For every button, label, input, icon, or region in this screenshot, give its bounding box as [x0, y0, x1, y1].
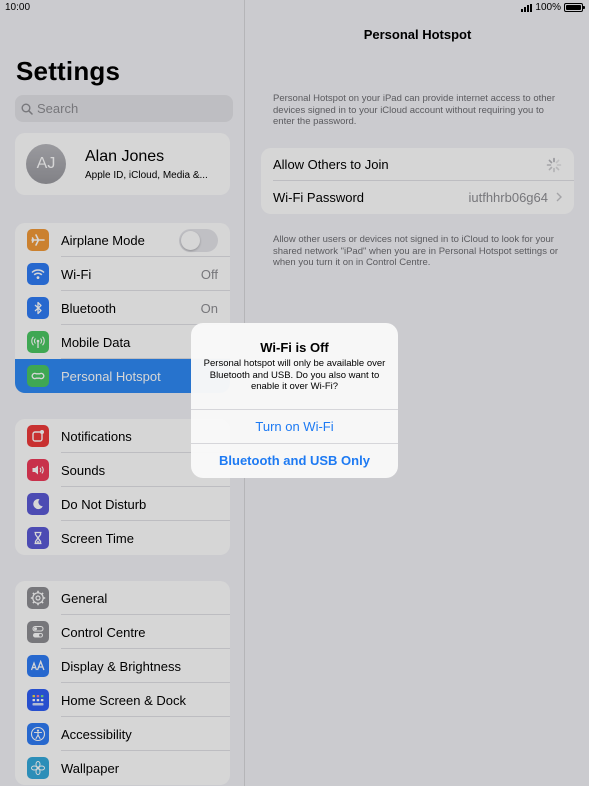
bluetooth-usb-only-button[interactable]: Bluetooth and USB Only — [191, 443, 398, 477]
alert-title: Wi-Fi is Off — [260, 340, 329, 355]
wifi-off-alert: Wi-Fi is Off Personal hotspot will only … — [191, 323, 398, 478]
turn-on-wifi-button[interactable]: Turn on Wi-Fi — [191, 409, 398, 443]
alert-message: Personal hotspot will only be available … — [203, 358, 386, 392]
